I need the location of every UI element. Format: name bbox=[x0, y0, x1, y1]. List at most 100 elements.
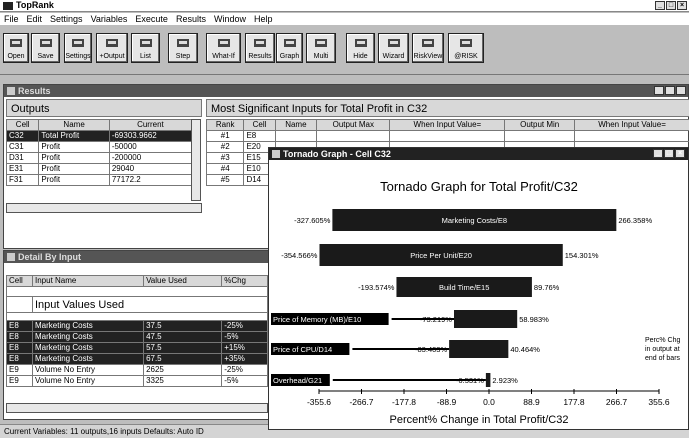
toolbar-label: Multi bbox=[313, 53, 329, 60]
toolbar-label: Results bbox=[248, 53, 272, 60]
output-name: Profit bbox=[38, 152, 110, 164]
wizard-button[interactable]: Wizard bbox=[378, 33, 409, 63]
maximize-icon[interactable]: □ bbox=[665, 86, 675, 95]
hide-icon bbox=[354, 37, 368, 49]
settings-button[interactable]: Settings bbox=[64, 33, 92, 63]
x-tick-label: 177.8 bbox=[563, 397, 585, 407]
input-cell: E8 bbox=[243, 130, 276, 142]
detail-col-header[interactable]: Cell bbox=[6, 275, 33, 287]
graph-button[interactable]: Graph bbox=[276, 33, 303, 63]
maximize-icon[interactable]: □ bbox=[666, 1, 676, 10]
add-output-button[interactable]: +Output bbox=[96, 33, 128, 63]
menu-help[interactable]: Help bbox=[254, 13, 273, 25]
tornado-bar[interactable] bbox=[453, 310, 518, 328]
riskview-icon bbox=[421, 37, 435, 49]
save-button[interactable]: Save bbox=[31, 33, 60, 63]
inputs-header: Most Significant Inputs for Total Profit… bbox=[206, 99, 689, 117]
step-button[interactable]: Step bbox=[168, 33, 198, 63]
toolbar-label: Step bbox=[175, 53, 191, 60]
outputs-scrollbar[interactable] bbox=[191, 119, 201, 201]
menu-results[interactable]: Results bbox=[176, 13, 206, 25]
menu-edit[interactable]: Edit bbox=[27, 13, 43, 25]
detail-cell: E9 bbox=[6, 375, 33, 387]
inputs-col-header[interactable]: Cell bbox=[243, 119, 276, 131]
detail-chg: +35% bbox=[221, 353, 268, 365]
bar-label: Price Per Unit/E20 bbox=[410, 251, 472, 260]
tornado-chart: Tornado Graph for Total Profit/C32 Market… bbox=[271, 179, 681, 426]
detail-cell: E8 bbox=[6, 342, 33, 354]
table-row[interactable]: #1 E8 bbox=[205, 130, 689, 142]
atrisk-button[interactable]: @RISK bbox=[448, 33, 484, 63]
chart-note: Perc% Chg in output at end of bars bbox=[645, 337, 681, 362]
bar-max-label: 154.301% bbox=[565, 251, 599, 260]
results-button[interactable]: Results bbox=[245, 33, 275, 63]
inputs-col-header[interactable]: When Input Value= bbox=[389, 119, 506, 131]
detail-col-header[interactable]: Input Name bbox=[31, 275, 145, 287]
outputs-col-header[interactable]: Cell bbox=[5, 119, 40, 131]
detail-hscrollbar[interactable] bbox=[6, 403, 268, 413]
multi-button[interactable]: Multi bbox=[306, 33, 336, 63]
menu-execute[interactable]: Execute bbox=[135, 13, 168, 25]
inputs-col-header[interactable]: Output Min bbox=[504, 119, 576, 131]
detail-col-header[interactable]: %Chg bbox=[221, 275, 268, 287]
x-tick-label: 355.6 bbox=[648, 397, 670, 407]
minimize-icon[interactable]: _ bbox=[653, 149, 663, 158]
close-icon[interactable]: × bbox=[675, 149, 685, 158]
outputs-hscrollbar[interactable] bbox=[6, 203, 202, 213]
table-row[interactable]: E9 Volume No Entry 3325 -5% bbox=[6, 375, 268, 387]
riskview-button[interactable]: RiskView bbox=[412, 33, 444, 63]
hide-button[interactable]: Hide bbox=[346, 33, 375, 63]
menu-window[interactable]: Window bbox=[214, 13, 246, 25]
input-rank: #1 bbox=[205, 130, 245, 142]
table-row[interactable]: F31 Profit 77172.2 bbox=[5, 174, 193, 186]
detail-chg: +15% bbox=[221, 342, 268, 354]
x-tick-label: -88.9 bbox=[437, 397, 457, 407]
graph-icon bbox=[283, 37, 297, 49]
bar-label: Price of CPU/D14 bbox=[273, 345, 332, 354]
table-row[interactable]: E8 Marketing Costs 57.5 +15% bbox=[6, 342, 268, 354]
save-icon bbox=[39, 37, 53, 49]
table-row[interactable]: D31 Profit -200000 bbox=[5, 152, 193, 164]
menu-file[interactable]: File bbox=[4, 13, 19, 25]
menu-settings[interactable]: Settings bbox=[50, 13, 83, 25]
table-row[interactable]: E9 Volume No Entry 2625 -25% bbox=[6, 364, 268, 376]
bar-min-label: -83.403% bbox=[415, 345, 447, 354]
toolbar-label: +Output bbox=[99, 53, 125, 60]
what-if-button[interactable]: What-If bbox=[206, 33, 241, 63]
inputs-col-header[interactable]: When Input Value= bbox=[574, 119, 689, 131]
list-button[interactable]: List bbox=[131, 33, 160, 63]
tornado-bar[interactable] bbox=[449, 340, 509, 358]
input-rank: #4 bbox=[205, 163, 245, 175]
detail-value: 37.5 bbox=[143, 320, 223, 332]
detail-name: Volume No Entry bbox=[31, 375, 145, 387]
table-row[interactable]: E8 Marketing Costs 47.5 -5% bbox=[6, 331, 268, 343]
detail-col-header[interactable]: Value Used bbox=[143, 275, 223, 287]
table-row[interactable]: C32 Total Profit -69303.9662 bbox=[5, 130, 193, 142]
outputs-col-header[interactable]: Name bbox=[38, 119, 110, 131]
minimize-icon[interactable]: _ bbox=[655, 1, 665, 10]
output-current: -200000 bbox=[108, 152, 193, 164]
output-cell: C32 bbox=[5, 130, 40, 142]
bar-min-label: -73.219% bbox=[420, 315, 452, 324]
outputs-col-header[interactable]: Current bbox=[108, 119, 193, 131]
tornado-bar[interactable] bbox=[485, 373, 491, 387]
inputs-col-header[interactable]: Name bbox=[274, 119, 318, 131]
bar-label: Build Time/E15 bbox=[439, 283, 489, 292]
inputs-col-header[interactable]: Output Max bbox=[316, 119, 391, 131]
table-row[interactable]: E8 Marketing Costs 37.5 -25% bbox=[6, 320, 268, 332]
detail-chg: -25% bbox=[221, 364, 268, 376]
folder-button[interactable]: Open bbox=[3, 33, 29, 63]
multi-icon bbox=[314, 37, 328, 49]
menu-variables[interactable]: Variables bbox=[91, 13, 128, 25]
table-row[interactable]: E31 Profit 29040 bbox=[5, 163, 193, 175]
toolbar-label: Hide bbox=[353, 53, 368, 60]
maximize-icon[interactable]: □ bbox=[664, 149, 674, 158]
tornado-window: Tornado Graph - Cell C32 _ □ × Tornado G… bbox=[268, 147, 689, 430]
close-icon[interactable]: × bbox=[676, 86, 686, 95]
table-row[interactable]: C31 Profit -50000 bbox=[5, 141, 193, 153]
output-current: -69303.9662 bbox=[108, 130, 193, 142]
minimize-icon[interactable]: _ bbox=[654, 86, 664, 95]
table-row[interactable]: E8 Marketing Costs 67.5 +35% bbox=[6, 353, 268, 365]
inputs-col-header[interactable]: Rank bbox=[205, 119, 245, 131]
close-icon[interactable]: × bbox=[677, 1, 687, 10]
